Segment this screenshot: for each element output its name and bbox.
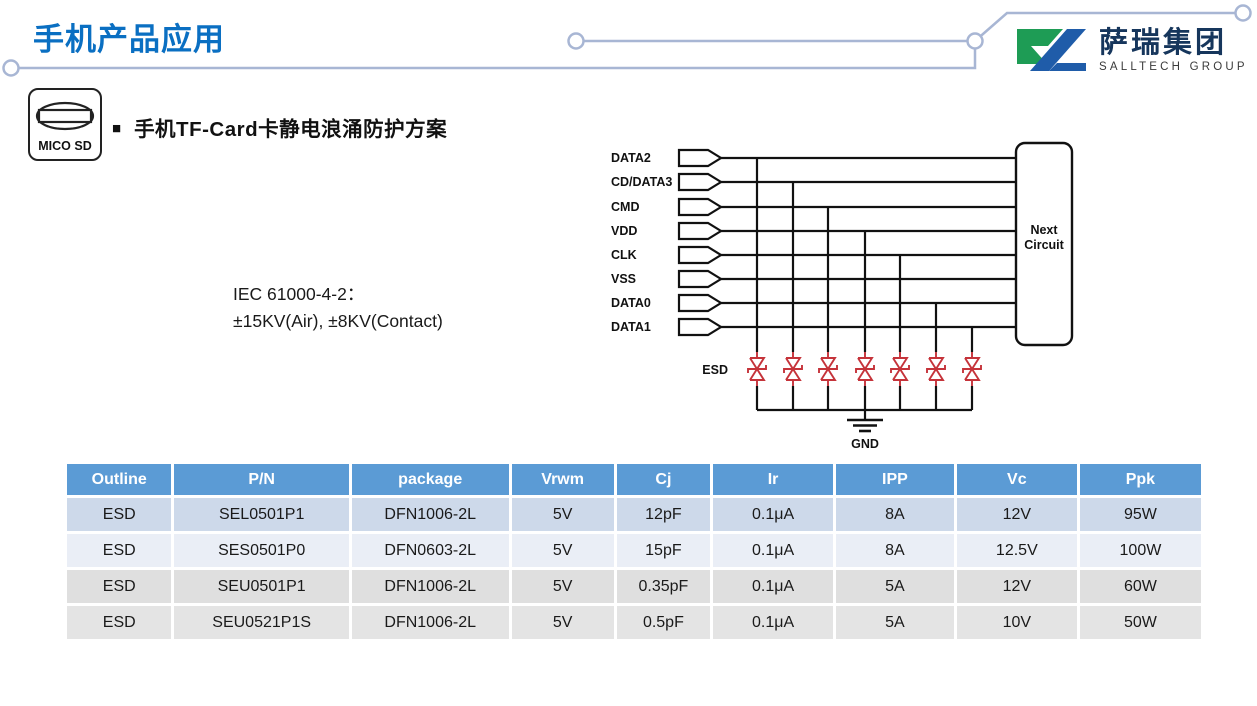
- gnd-label: GND: [851, 437, 879, 451]
- table-cell: 12pF: [617, 498, 710, 531]
- table-cell: 10V: [957, 606, 1077, 639]
- table-cell: SES0501P0: [174, 534, 348, 567]
- esd-diode-array: [748, 352, 981, 386]
- table-cell: 95W: [1080, 498, 1201, 531]
- section-bullet-icon: ■: [112, 119, 121, 136]
- table-header-cell: Vc: [957, 464, 1077, 495]
- table-cell: DFN1006-2L: [352, 606, 509, 639]
- section-heading: ■ 手机TF-Card卡静电浪涌防护方案: [112, 112, 447, 142]
- mico-sd-label: MICO SD: [30, 139, 100, 153]
- logo-name-en: SALLTECH GROUP: [1099, 62, 1248, 74]
- slide-canvas: 手机产品应用 萨瑞集团 SALLTECH GROUP MICO SD ■ 手机T…: [0, 0, 1257, 706]
- signal-label: DATA1: [611, 320, 651, 334]
- table-cell: ESD: [67, 498, 171, 531]
- table-cell: 100W: [1080, 534, 1201, 567]
- signal-connector: [679, 150, 721, 166]
- signal-connector: [679, 223, 721, 239]
- table-cell: ESD: [67, 534, 171, 567]
- table-cell: 12.5V: [957, 534, 1077, 567]
- table-cell: DFN1006-2L: [352, 570, 509, 603]
- table-cell: 5A: [836, 606, 954, 639]
- table-header-row: Outline P/N package Vrwm Cj Ir IPP Vc Pp…: [67, 464, 1201, 495]
- esd-diode: [891, 352, 909, 386]
- table-header-cell: IPP: [836, 464, 954, 495]
- esd-diode: [819, 352, 837, 386]
- signal-label: DATA2: [611, 151, 651, 165]
- page-title: 手机产品应用: [33, 14, 225, 59]
- table-cell: 12V: [957, 570, 1077, 603]
- signal-connector: [679, 295, 721, 311]
- next-circuit-label: Next: [1030, 223, 1058, 237]
- table-cell: 5V: [512, 498, 614, 531]
- signal-label: CD/DATA3: [611, 175, 672, 189]
- circuit-diagram: DATA2 CD/DATA3 CMD VDD CLK VSS DATA0 DAT…: [600, 135, 1100, 465]
- table-header-cell: Cj: [617, 464, 710, 495]
- table-cell: 0.35pF: [617, 570, 710, 603]
- table-cell: 0.5pF: [617, 606, 710, 639]
- esd-diode: [784, 352, 802, 386]
- table-cell: 8A: [836, 498, 954, 531]
- logo-mark-icon: [1015, 24, 1089, 78]
- table-cell: ESD: [67, 570, 171, 603]
- esd-label: ESD: [702, 363, 728, 377]
- table-cell: 60W: [1080, 570, 1201, 603]
- table-cell: 5V: [512, 534, 614, 567]
- esd-diode: [927, 352, 945, 386]
- table-cell: 15pF: [617, 534, 710, 567]
- signal-label: DATA0: [611, 296, 651, 310]
- signal-label: CLK: [611, 248, 637, 262]
- signal-label: VSS: [611, 272, 636, 286]
- table-cell: 0.1μA: [713, 570, 833, 603]
- ground-symbol: [847, 420, 883, 431]
- table-row: ESD SEU0501P1 DFN1006-2L 5V 0.35pF 0.1μA…: [67, 570, 1201, 603]
- table-cell: 5V: [512, 570, 614, 603]
- table-cell: DFN1006-2L: [352, 498, 509, 531]
- table-header-cell: Vrwm: [512, 464, 614, 495]
- table-cell: SEU0501P1: [174, 570, 348, 603]
- iec-line2: ±15KV(Air), ±8KV(Contact): [233, 308, 443, 335]
- sd-card-icon: MICO SD: [28, 88, 102, 161]
- esd-diode: [748, 352, 766, 386]
- signal-label: VDD: [611, 224, 637, 238]
- table-header-cell: P/N: [174, 464, 348, 495]
- table-cell: 5A: [836, 570, 954, 603]
- table-row: ESD SEL0501P1 DFN1006-2L 5V 12pF 0.1μA 8…: [67, 498, 1201, 531]
- table-header-cell: Ppk: [1080, 464, 1201, 495]
- table-cell: SEU0521P1S: [174, 606, 348, 639]
- table-cell: SEL0501P1: [174, 498, 348, 531]
- signal-connector: [679, 247, 721, 263]
- iec-standard-text: IEC 61000-4-2： ±15KV(Air), ±8KV(Contact): [233, 281, 443, 335]
- signal-connector: [679, 174, 721, 190]
- iec-line1: IEC 61000-4-2：: [233, 281, 443, 308]
- esd-diode: [856, 352, 874, 386]
- next-circuit-label: Circuit: [1024, 238, 1064, 252]
- signal-connector: [679, 271, 721, 287]
- sd-card-glyph: [30, 92, 100, 138]
- signal-label: CMD: [611, 200, 639, 214]
- table-header-cell: Outline: [67, 464, 171, 495]
- esd-diode: [963, 352, 981, 386]
- table-cell: 12V: [957, 498, 1077, 531]
- table-cell: 0.1μA: [713, 534, 833, 567]
- table-cell: 0.1μA: [713, 498, 833, 531]
- table-cell: 50W: [1080, 606, 1201, 639]
- table-cell: ESD: [67, 606, 171, 639]
- table-header-cell: Ir: [713, 464, 833, 495]
- table-header-cell: package: [352, 464, 509, 495]
- signal-connector: [679, 199, 721, 215]
- salltech-logo: 萨瑞集团 SALLTECH GROUP: [1015, 24, 1248, 78]
- table-row: ESD SEU0521P1S DFN1006-2L 5V 0.5pF 0.1μA…: [67, 606, 1201, 639]
- spec-table: Outline P/N package Vrwm Cj Ir IPP Vc Pp…: [64, 461, 1204, 642]
- table-cell: 5V: [512, 606, 614, 639]
- section-heading-text: 手机TF-Card卡静电浪涌防护方案: [134, 112, 447, 142]
- table-cell: DFN0603-2L: [352, 534, 509, 567]
- signal-connector: [679, 319, 721, 335]
- table-cell: 0.1μA: [713, 606, 833, 639]
- table-row: ESD SES0501P0 DFN0603-2L 5V 15pF 0.1μA 8…: [67, 534, 1201, 567]
- logo-name-cn: 萨瑞集团: [1099, 29, 1248, 58]
- signal-connectors: [679, 150, 721, 335]
- table-cell: 8A: [836, 534, 954, 567]
